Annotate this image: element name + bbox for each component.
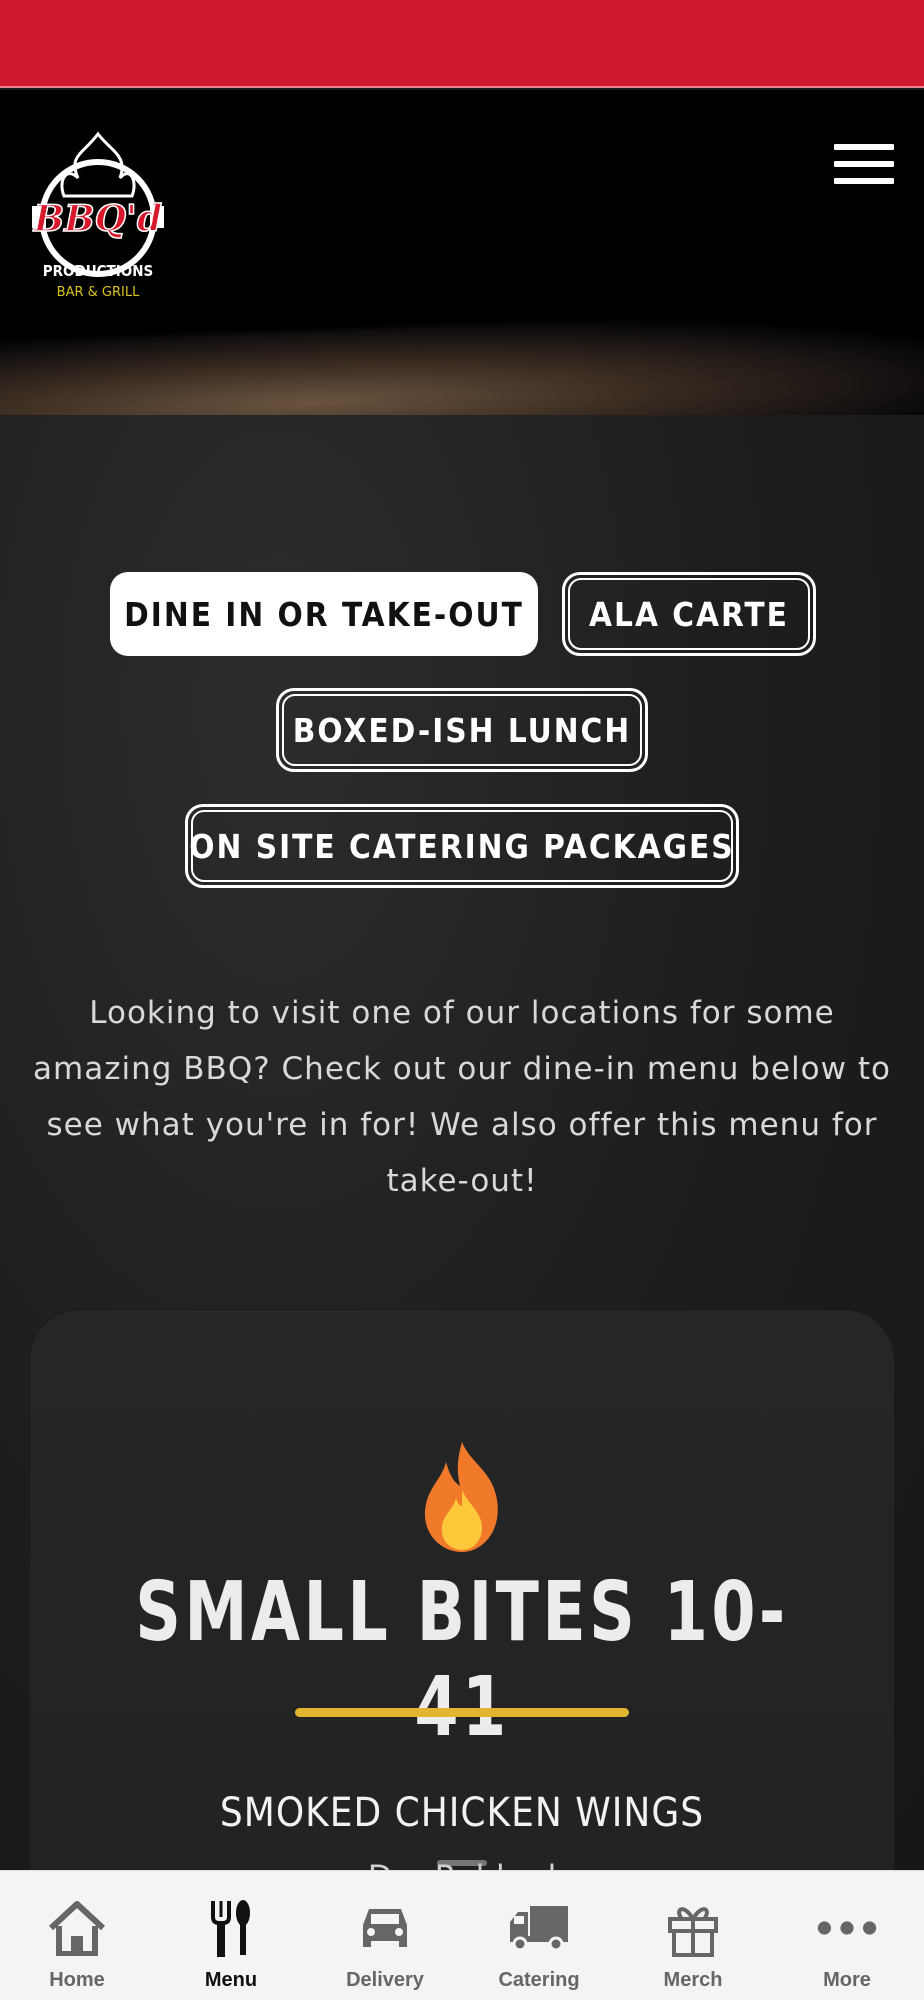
home-icon <box>45 1899 109 1957</box>
section-title: SMALL BITES 10-41 <box>135 1565 789 1755</box>
nav-merch[interactable]: Merch <box>616 1871 770 2000</box>
tab-on-site-catering-packages[interactable]: ON SITE CATERING PACKAGES <box>185 804 739 888</box>
nav-catering-label: Catering <box>498 1969 580 1991</box>
nav-more[interactable]: More <box>770 1871 924 2000</box>
nav-catering[interactable]: Catering <box>462 1871 616 2000</box>
site-header: BBQ'd PRODUCTIONS BAR & GRILL <box>0 90 924 415</box>
bottom-navigation: Home Menu Delivery Catering Merch More <box>0 1870 924 2000</box>
nav-delivery[interactable]: Delivery <box>308 1871 462 2000</box>
car-icon <box>353 1899 417 1957</box>
svg-text:BAR & GRILL: BAR & GRILL <box>57 285 140 300</box>
nav-home-label: Home <box>49 1969 105 1991</box>
nav-home[interactable]: Home <box>0 1871 154 2000</box>
gift-icon <box>661 1899 725 1957</box>
tab-ala-carte[interactable]: ALA CARTE <box>562 572 816 656</box>
hamburger-line <box>834 144 894 150</box>
truck-icon <box>507 1899 571 1957</box>
tab-boxed-ish-lunch[interactable]: BOXED-ISH LUNCH <box>276 688 648 772</box>
nav-more-label: More <box>823 1969 871 1991</box>
svg-text:BBQ'd: BBQ'd <box>33 198 162 240</box>
nav-delivery-label: Delivery <box>346 1969 424 1991</box>
fork-knife-icon <box>199 1899 263 1957</box>
svg-text:PRODUCTIONS: PRODUCTIONS <box>43 262 154 280</box>
section-divider <box>295 1708 629 1717</box>
menu-item-name: SMOKED CHICKEN WINGS <box>219 1790 705 1836</box>
nav-merch-label: Merch <box>663 1969 723 1991</box>
hamburger-menu-button[interactable] <box>834 144 894 194</box>
tab-dine-in-take-out[interactable]: DINE IN OR TAKE-OUT <box>110 572 538 656</box>
nav-menu[interactable]: Menu <box>154 1871 308 2000</box>
hamburger-line <box>834 161 894 167</box>
flame-icon <box>424 1442 498 1552</box>
more-dots-icon <box>815 1899 879 1957</box>
menu-page-content: DINE IN OR TAKE-OUT ALA CARTE BOXED-ISH … <box>0 415 924 1870</box>
intro-text: Looking to visit one of our locations fo… <box>33 995 891 1199</box>
header-background-image <box>0 307 924 415</box>
menu-section-card: SMALL BITES 10-41 SMOKED CHICKEN WINGS D… <box>30 1310 894 1870</box>
bbqd-logo[interactable]: BBQ'd PRODUCTIONS BAR & GRILL <box>28 126 168 306</box>
nav-menu-label: Menu <box>204 1969 258 1991</box>
menu-item-description: Dry Rubbed <box>30 1858 894 1870</box>
hamburger-line <box>834 178 894 184</box>
top-status-bar <box>0 0 924 88</box>
